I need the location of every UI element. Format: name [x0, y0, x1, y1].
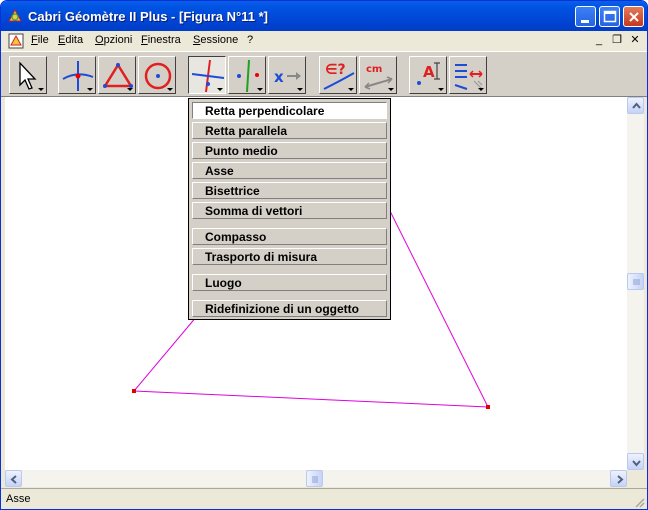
menu-item-trasporto-di-misura[interactable]: Trasporto di misura	[192, 248, 387, 265]
menu-opzioni[interactable]: Opzioni	[95, 34, 132, 46]
resize-grip-icon[interactable]	[633, 496, 645, 508]
tool-display[interactable]: A	[409, 56, 447, 94]
triangle-side-ab[interactable]	[133, 390, 489, 408]
menu-finestra[interactable]: Finestra	[141, 34, 181, 46]
tool-attributes[interactable]	[449, 56, 487, 94]
svg-text:A: A	[423, 63, 435, 81]
tool-curves[interactable]	[138, 56, 176, 94]
chevron-down-icon	[632, 460, 641, 467]
svg-text:∈?: ∈?	[325, 62, 346, 78]
close-button[interactable]	[623, 6, 644, 27]
menu-item-punto-medio[interactable]: Punto medio	[192, 142, 387, 159]
scroll-left-button[interactable]	[5, 470, 22, 487]
menu-item-compasso[interactable]: Compasso	[192, 228, 387, 245]
menu-item-retta-perpendicolare[interactable]: Retta perpendicolare	[192, 102, 387, 119]
tool-construct[interactable]	[188, 56, 226, 94]
mdi-close-button[interactable]: ✕	[627, 34, 643, 48]
vertical-scrollbar[interactable]	[627, 97, 644, 470]
tool-transform[interactable]	[228, 56, 266, 94]
menu-item-luogo[interactable]: Luogo	[192, 274, 387, 291]
menu-help[interactable]: ?	[247, 34, 253, 46]
menu-sessione[interactable]: Sessione	[193, 34, 238, 46]
menu-item-somma-di-vettori[interactable]: Somma di vettori	[192, 202, 387, 219]
triangle-side-ac[interactable]	[133, 315, 198, 392]
horizontal-scrollbar[interactable]	[5, 470, 627, 487]
tool-points[interactable]	[58, 56, 96, 94]
grip-icon	[633, 279, 640, 285]
menu-item-bisettrice[interactable]: Bisettrice	[192, 182, 387, 199]
menu-file[interactable]: File	[31, 34, 49, 46]
scroll-down-button[interactable]	[627, 453, 644, 470]
menu-edita[interactable]: Edita	[58, 34, 83, 46]
minimize-icon	[581, 20, 589, 23]
triangle-vertex-a[interactable]	[132, 389, 136, 393]
menu-item-asse[interactable]: Asse	[192, 162, 387, 179]
scrollbar-corner	[627, 470, 644, 487]
svg-text:x: x	[274, 68, 284, 86]
tool-check-property[interactable]: ∈?	[319, 56, 357, 94]
tool-lines[interactable]	[98, 56, 136, 94]
chevron-up-icon	[632, 102, 641, 109]
menu-bar: File Edita Opzioni Finestra Sessione ? _…	[1, 31, 647, 51]
status-text: Asse	[6, 493, 31, 505]
document-icon[interactable]	[8, 33, 24, 49]
chevron-right-icon	[617, 475, 624, 484]
horizontal-scroll-thumb[interactable]	[306, 470, 323, 487]
triangle-vertex-b[interactable]	[486, 405, 490, 409]
close-icon	[629, 12, 639, 22]
mdi-restore-button[interactable]: ❐	[609, 34, 625, 48]
cabri-app-icon	[8, 8, 22, 22]
chevron-left-icon	[10, 475, 17, 484]
menu-item-ridefinizione[interactable]: Ridefinizione di un oggetto	[192, 300, 387, 317]
mdi-minimize-button[interactable]: _	[591, 34, 607, 48]
scroll-right-button[interactable]	[610, 470, 627, 487]
scroll-up-button[interactable]	[627, 97, 644, 114]
vertical-scroll-thumb[interactable]	[627, 273, 644, 290]
maximize-icon	[603, 10, 617, 23]
svg-text:cm: cm	[366, 64, 382, 75]
status-bar: Asse	[1, 488, 647, 509]
tool-pointer[interactable]	[9, 56, 47, 94]
grip-icon	[312, 476, 318, 483]
window-title: Cabri Géomètre II Plus - [Figura N°11 *]	[28, 9, 268, 24]
minimize-button[interactable]	[575, 6, 596, 27]
construct-tool-dropdown: Retta perpendicolare Retta parallela Pun…	[188, 98, 391, 320]
maximize-button[interactable]	[599, 6, 620, 27]
tool-macro[interactable]: x	[268, 56, 306, 94]
menu-item-retta-parallela[interactable]: Retta parallela	[192, 122, 387, 139]
triangle-side-bc[interactable]	[384, 200, 489, 408]
tool-measure[interactable]: cm	[359, 56, 397, 94]
title-bar[interactable]: Cabri Géomètre II Plus - [Figura N°11 *]	[1, 1, 647, 31]
app-window: Cabri Géomètre II Plus - [Figura N°11 *]…	[0, 0, 648, 510]
toolbar: x ∈? cm A	[1, 51, 647, 97]
